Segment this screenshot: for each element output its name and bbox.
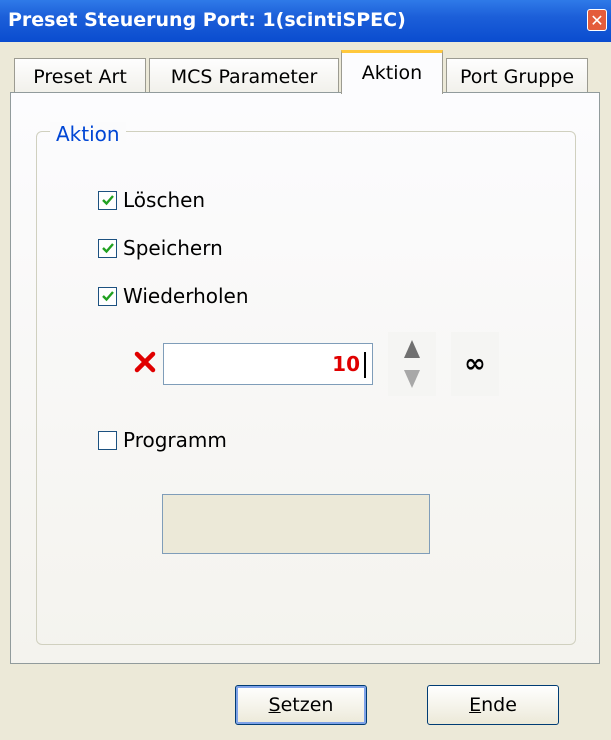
- programm-label: Programm: [123, 428, 227, 452]
- tab-port-gruppe[interactable]: Port Gruppe: [446, 58, 588, 94]
- groupbox-legend: Aktion: [50, 122, 126, 146]
- setzen-button[interactable]: Setzen: [235, 685, 367, 725]
- speichern-label: Speichern: [123, 236, 223, 260]
- loeschen-label: Löschen: [123, 188, 206, 212]
- wiederholen-checkbox[interactable]: [98, 286, 117, 306]
- wiederholen-checkbox-row[interactable]: Wiederholen: [98, 284, 249, 308]
- infinity-icon: ∞: [464, 349, 486, 379]
- spinner-arrows-icon: [404, 340, 420, 388]
- loeschen-checkbox[interactable]: [98, 190, 117, 210]
- text-caret: [364, 352, 366, 378]
- program-field[interactable]: [162, 494, 430, 554]
- setzen-label: etzen: [280, 694, 334, 716]
- title-bar[interactable]: Preset Steuerung Port: 1(scintiSPEC) ✕: [0, 0, 611, 42]
- ende-label: nde: [481, 694, 517, 716]
- tab-mcs-parameter[interactable]: MCS Parameter: [149, 58, 339, 94]
- close-button[interactable]: ✕: [587, 9, 607, 31]
- close-icon: ✕: [590, 11, 604, 30]
- ende-button[interactable]: Ende: [427, 685, 559, 725]
- infinity-button[interactable]: ∞: [451, 332, 499, 396]
- repeat-count-input[interactable]: 10: [163, 343, 373, 385]
- speichern-checkbox-row[interactable]: Speichern: [98, 236, 223, 260]
- multiply-icon: [134, 351, 156, 373]
- setzen-mnemonic: S: [268, 694, 281, 716]
- repeat-count-spinner[interactable]: [388, 332, 436, 396]
- tab-aktion[interactable]: Aktion: [341, 50, 443, 94]
- wiederholen-label: Wiederholen: [123, 284, 249, 308]
- programm-checkbox-row[interactable]: Programm: [98, 428, 227, 452]
- check-icon: [101, 195, 114, 206]
- loeschen-checkbox-row[interactable]: Löschen: [98, 188, 205, 212]
- speichern-checkbox[interactable]: [98, 238, 117, 258]
- check-icon: [101, 291, 114, 302]
- programm-checkbox[interactable]: [98, 430, 117, 450]
- repeat-count-value: 10: [332, 352, 360, 376]
- check-icon: [101, 243, 114, 254]
- ende-mnemonic: E: [469, 694, 482, 716]
- window-title: Preset Steuerung Port: 1(scintiSPEC): [8, 9, 406, 31]
- tab-preset-art[interactable]: Preset Art: [14, 58, 146, 94]
